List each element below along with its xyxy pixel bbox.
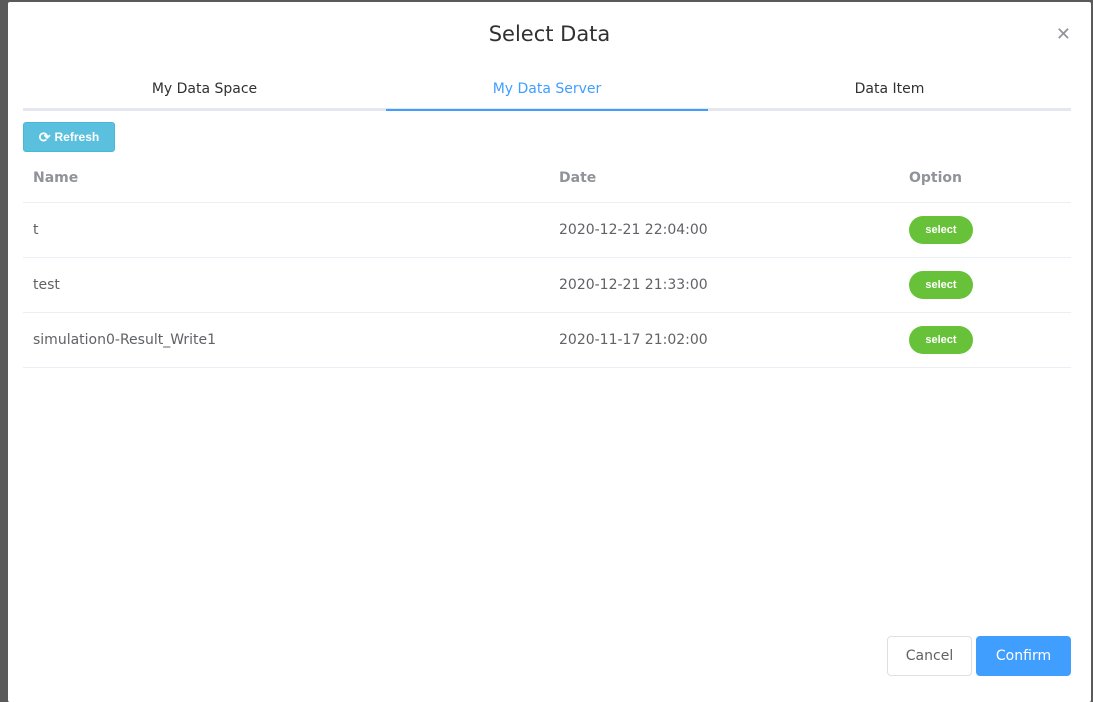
confirm-button[interactable]: Confirm [976,636,1071,676]
column-header-option: Option [899,154,1071,203]
data-table: Name Date Option t 2020-12-21 22:04:00 s… [23,154,1071,368]
refresh-label: Refresh [54,130,100,144]
table-row: t 2020-12-21 22:04:00 select [23,202,1071,258]
row-name: test [23,257,549,313]
row-date: 2020-12-21 22:04:00 [549,202,899,258]
dialog-title: Select Data [488,22,611,46]
select-button[interactable]: select [909,271,973,299]
select-data-dialog: Select Data ✕ My Data Space My Data Serv… [8,2,1091,702]
tab-bar: My Data Space My Data Server Data Item [23,72,1071,111]
refresh-button[interactable]: ⟳ Refresh [23,122,115,152]
row-date: 2020-12-21 21:33:00 [549,257,899,313]
table-row: simulation0-Result_Write1 2020-11-17 21:… [23,312,1071,368]
refresh-icon: ⟳ [38,128,51,145]
column-header-name: Name [23,154,549,203]
select-button[interactable]: select [909,216,973,244]
select-button[interactable]: select [909,326,973,354]
column-header-date: Date [549,154,899,203]
row-name: t [23,202,549,258]
row-date: 2020-11-17 21:02:00 [549,312,899,368]
close-icon[interactable]: ✕ [1056,24,1071,45]
tab-my-data-space[interactable]: My Data Space [23,72,386,108]
table-row: test 2020-12-21 21:33:00 select [23,257,1071,313]
row-name: simulation0-Result_Write1 [23,312,549,368]
tab-my-data-server[interactable]: My Data Server [386,72,708,111]
tab-data-item[interactable]: Data Item [708,72,1071,108]
cancel-button[interactable]: Cancel [887,636,972,676]
